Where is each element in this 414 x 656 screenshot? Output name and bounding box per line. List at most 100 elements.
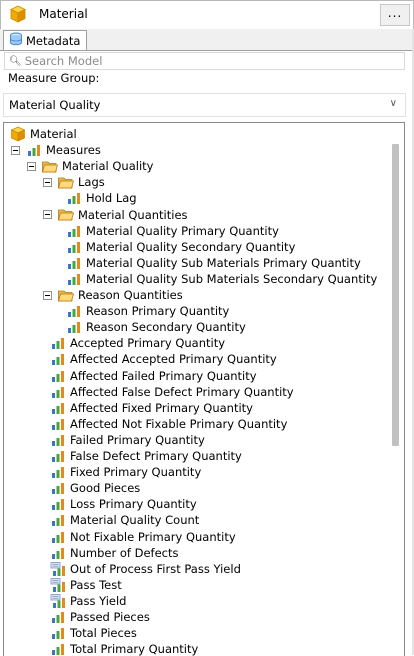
tree-item-label: Affected Accepted Primary Quantity — [70, 352, 277, 367]
tree-node[interactable]: Lags — [43, 174, 105, 190]
folder-icon — [42, 159, 58, 173]
tab-strip: Metadata — [0, 29, 414, 51]
kpi-icon — [50, 593, 66, 608]
measure-icon — [66, 304, 82, 318]
tree-item[interactable]: Affected Failed Primary Quantity — [50, 368, 257, 384]
tree-item[interactable]: Affected False Defect Primary Quantity — [50, 384, 294, 400]
tree-item-label: Affected Failed Primary Quantity — [70, 368, 257, 383]
tree-item[interactable]: Material Quality Sub Materials Primary Q… — [66, 255, 361, 271]
measure-icon — [50, 433, 66, 447]
measure-icon — [50, 497, 66, 511]
collapse-toggle[interactable] — [11, 145, 20, 155]
tree-item[interactable]: Fixed Primary Quantity — [50, 464, 201, 480]
tree-item[interactable]: Material Quality Primary Quantity — [66, 223, 279, 239]
measure-icon — [66, 224, 82, 238]
measure-icon — [50, 530, 66, 544]
tree-node[interactable]: Material Quantities — [43, 207, 188, 223]
tree-item[interactable]: Affected Not Fixable Primary Quantity — [50, 416, 287, 432]
folder-icon — [58, 288, 74, 302]
measure-icon — [50, 385, 66, 399]
tree-item[interactable]: Reason Primary Quantity — [66, 303, 229, 319]
tree-item[interactable]: Number of Defects — [50, 545, 178, 561]
tab-metadata[interactable]: Metadata — [3, 30, 88, 50]
measure-icon — [50, 465, 66, 479]
collapse-toggle[interactable] — [43, 177, 52, 187]
tree-item-label: Reason Primary Quantity — [86, 304, 230, 319]
tree-item-label: Reason Quantities — [78, 288, 183, 302]
tree-item-label: Material — [30, 127, 77, 141]
measure-group-select[interactable]: Material Quality ∨ — [3, 93, 406, 117]
cube-title: Material — [39, 7, 88, 21]
search-box: 🔍︎ — [4, 52, 405, 70]
measure-group-value: Material Quality — [9, 98, 101, 112]
tree-item-label: Good Pieces — [70, 481, 141, 496]
measure-icon — [50, 626, 66, 640]
tree-item-label: Total Primary Quantity — [70, 642, 199, 656]
tree-item[interactable]: Material — [10, 126, 77, 142]
tree-item[interactable]: Material Quality Count — [50, 512, 199, 528]
measure-icon — [66, 272, 82, 286]
cube-icon — [9, 5, 27, 26]
tree-item[interactable]: Total Primary Quantity — [50, 641, 198, 656]
collapse-toggle[interactable] — [43, 290, 52, 300]
measure-icon — [50, 513, 66, 527]
kpi-icon — [50, 577, 66, 592]
tree-item[interactable]: False Defect Primary Quantity — [50, 448, 242, 464]
measure-icon — [50, 352, 66, 366]
tree-item[interactable]: Total Pieces — [50, 625, 137, 641]
tree-item-label: Reason Secondary Quantity — [86, 320, 246, 335]
collapse-toggle[interactable] — [27, 161, 36, 171]
cube-selector[interactable]: Material ... — [0, 0, 414, 30]
tree-item-label: Loss Primary Quantity — [70, 497, 197, 512]
tree-item-label: Passed Pieces — [70, 610, 150, 624]
tree-item-label: Pass Test — [70, 577, 122, 592]
tree-item-label: False Defect Primary Quantity — [70, 449, 242, 463]
measure-icon — [50, 417, 66, 431]
tree-item[interactable]: Accepted Primary Quantity — [50, 335, 225, 351]
tree-item[interactable]: Good Pieces — [50, 480, 140, 496]
tree-item[interactable]: Affected Fixed Primary Quantity — [50, 400, 253, 416]
tree-item[interactable]: Hold Lag — [66, 190, 137, 206]
tree-item-label: Material Quality Count — [70, 513, 200, 528]
browse-cube-button[interactable]: ... — [380, 4, 410, 26]
tree-item-label: Affected False Defect Primary Quantity — [70, 384, 294, 399]
measure-icon — [50, 401, 66, 415]
tab-metadata-label: Metadata — [26, 33, 81, 48]
tree-item[interactable]: Pass Yield — [50, 593, 126, 609]
tree-node[interactable]: Reason Quantities — [43, 287, 183, 303]
measure-icon — [50, 449, 66, 463]
tree-item-label: Hold Lag — [86, 191, 137, 206]
tree-item[interactable]: Reason Secondary Quantity — [66, 319, 246, 335]
tree-item-label: Total Pieces — [70, 626, 137, 641]
tree-item-label: Material Quality Primary Quantity — [86, 223, 279, 238]
tree-item[interactable]: Not Fixable Primary Quantity — [50, 529, 236, 545]
tree-node[interactable]: Measures — [11, 142, 101, 158]
tree-item-label: Material Quality — [62, 159, 154, 174]
tree-item[interactable]: Affected Accepted Primary Quantity — [50, 351, 277, 367]
tree-item[interactable]: Material Quality Sub Materials Secondary… — [66, 271, 377, 287]
tree-item[interactable]: Material Quality Secondary Quantity — [66, 239, 295, 255]
folder-icon — [58, 208, 74, 222]
tree-item[interactable]: Loss Primary Quantity — [50, 496, 197, 512]
tree-item-label: Failed Primary Quantity — [70, 432, 205, 447]
tree-item-label: Not Fixable Primary Quantity — [70, 529, 236, 544]
tree-item-label: Measures — [46, 143, 101, 158]
measure-icon — [66, 240, 82, 254]
tree-item-label: Lags — [78, 175, 105, 190]
collapse-toggle[interactable] — [43, 210, 52, 219]
measure-icon — [50, 481, 66, 495]
vertical-scrollbar[interactable] — [387, 123, 404, 656]
metadata-icon — [9, 32, 23, 49]
measure-icon — [50, 546, 66, 560]
tree-item[interactable]: Passed Pieces — [50, 609, 150, 625]
chevron-down-icon: ∨ — [389, 98, 397, 109]
tree-item[interactable]: Out of Process First Pass Yield — [50, 561, 241, 577]
search-input[interactable] — [24, 54, 385, 68]
tree-item-label: Material Quality Sub Materials Secondary… — [86, 271, 378, 286]
measure-icon — [50, 336, 66, 350]
tree-node[interactable]: Material Quality — [27, 158, 153, 174]
tree-item[interactable]: Pass Test — [50, 577, 122, 593]
scrollbar-thumb[interactable] — [392, 144, 399, 446]
tree-item-label: Out of Process First Pass Yield — [70, 561, 241, 576]
tree-item[interactable]: Failed Primary Quantity — [50, 432, 205, 448]
